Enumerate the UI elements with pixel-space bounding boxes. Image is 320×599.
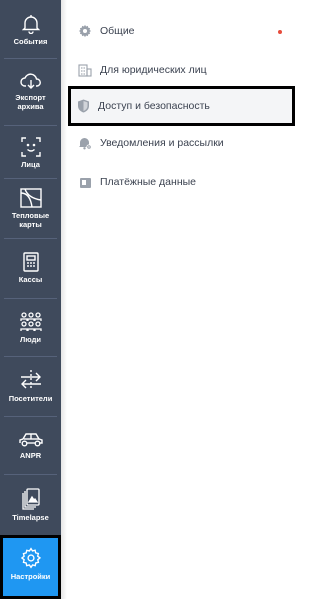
sidebar-item-cash-registers[interactable]: Кассы <box>0 252 61 284</box>
settings-menu-item-notifications[interactable]: Уведомления и рассылки <box>70 125 292 161</box>
bell-gear-icon <box>78 136 92 150</box>
sidebar-item-heatmaps[interactable]: Тепловые карты <box>0 188 61 229</box>
sidebar-item-anpr[interactable]: ANPR <box>0 432 61 460</box>
sidebar-item-label: Кассы <box>18 275 43 284</box>
settings-menu-item-label: Для юридических лиц <box>100 64 207 76</box>
sidebar-item-label: Посетители <box>8 394 53 403</box>
sidebar-item-export-archive[interactable]: Экспорт архива <box>0 72 61 111</box>
gear-icon <box>20 547 42 569</box>
sidebar-item-visitors[interactable]: Посетители <box>0 369 61 403</box>
sidebar-item-label: Timelapse <box>12 513 49 522</box>
car-icon <box>18 432 44 448</box>
sidebar-divider <box>4 474 57 475</box>
sidebar-divider <box>4 416 57 417</box>
sidebar-item-label: События <box>13 37 48 46</box>
settings-menu-item-label: Уведомления и рассылки <box>100 137 224 149</box>
settings-menu-item-payment-details[interactable]: Платёжные данные <box>70 164 292 200</box>
people-icon <box>19 312 42 332</box>
visitors-icon <box>20 369 42 391</box>
shield-icon <box>76 99 90 113</box>
sidebar: События Экспорт архива Лица Тепловые кар… <box>0 0 61 599</box>
settings-menu-item-general[interactable]: Общие <box>70 13 292 49</box>
sidebar-divider <box>4 356 57 357</box>
face-icon <box>20 137 41 157</box>
heatmap-icon <box>19 188 42 208</box>
settings-menu-item-access-security[interactable]: Доступ и безопасность <box>68 86 295 126</box>
content-shadow <box>61 0 67 599</box>
settings-menu-item-legal-entities[interactable]: Для юридических лиц <box>70 52 292 88</box>
bell-icon <box>21 14 40 34</box>
timelapse-icon <box>21 488 40 510</box>
wallet-icon <box>78 175 92 189</box>
sidebar-divider <box>4 238 57 239</box>
sidebar-divider <box>4 298 57 299</box>
sidebar-item-label: ANPR <box>19 451 42 460</box>
cash-register-icon <box>22 252 39 272</box>
sidebar-item-faces[interactable]: Лица <box>0 137 61 169</box>
sidebar-item-events[interactable]: События <box>0 14 61 46</box>
sidebar-item-settings[interactable]: Настройки <box>0 535 61 599</box>
sidebar-item-label: Настройки <box>10 572 51 581</box>
settings-menu-item-label: Платёжные данные <box>100 176 197 188</box>
notification-dot <box>278 30 282 34</box>
sidebar-item-label: Лица <box>21 160 40 169</box>
settings-menu-item-label: Доступ и безопасность <box>98 100 210 112</box>
sidebar-item-label: Экспорт архива <box>15 93 46 111</box>
sidebar-item-timelapse[interactable]: Timelapse <box>0 488 61 522</box>
sidebar-divider <box>4 178 57 179</box>
sidebar-divider <box>4 125 57 126</box>
sidebar-item-label: Тепловые карты <box>11 211 50 229</box>
settings-menu-item-label: Общие <box>100 25 135 37</box>
gear-icon <box>78 24 92 38</box>
cloud-download-icon <box>19 72 42 90</box>
sidebar-divider <box>4 58 57 59</box>
building-icon <box>78 63 92 77</box>
sidebar-item-people[interactable]: Люди <box>0 312 61 344</box>
sidebar-item-label: Люди <box>20 335 41 344</box>
